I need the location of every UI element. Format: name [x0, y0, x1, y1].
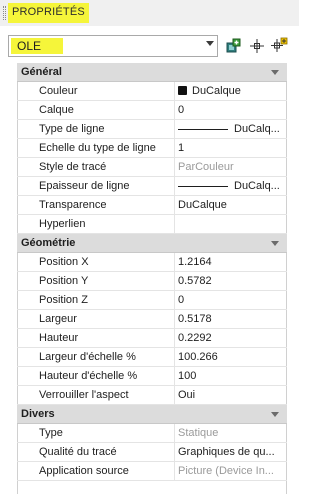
property-value[interactable]: 0.2292 [175, 329, 287, 347]
properties-palette: PROPRIÉTÉS OLE Général Couleur DuCalque … [0, 0, 299, 494]
grip-handle-icon[interactable] [3, 6, 6, 20]
property-name: Application source [17, 462, 175, 480]
category-general[interactable]: Général [17, 63, 287, 82]
collapse-arrow-icon[interactable] [271, 241, 279, 246]
select-objects-button[interactable] [248, 37, 266, 55]
palette-title-bar[interactable]: PROPRIÉTÉS [0, 0, 299, 26]
property-row-type-de-ligne[interactable]: Type de ligne DuCalq... [17, 120, 287, 139]
linetype-value-text: DuCalq... [234, 123, 280, 135]
lineweight-preview [178, 185, 228, 187]
object-type-value: OLE [11, 38, 63, 54]
property-name: Type [17, 424, 175, 442]
color-swatch-icon [178, 86, 187, 95]
property-row-echelle-type-ligne[interactable]: Echelle du type de ligne 1 [17, 139, 287, 158]
property-row-calque[interactable]: Calque 0 [17, 101, 287, 120]
property-value[interactable]: 0 [175, 291, 287, 309]
collapse-arrow-icon[interactable] [271, 70, 279, 75]
property-name: Verrouiller l'aspect [17, 386, 175, 404]
chevron-down-icon[interactable] [206, 41, 214, 46]
property-value[interactable]: Oui [175, 386, 287, 404]
property-name: Couleur [17, 82, 175, 100]
category-label: Divers [21, 408, 55, 420]
property-value[interactable]: DuCalq... [175, 177, 287, 195]
lineweight-value-text: DuCalq... [234, 180, 280, 192]
property-value[interactable]: DuCalque [175, 82, 287, 100]
property-row-position-x[interactable]: Position X 1.2164 [17, 253, 287, 272]
property-value[interactable] [175, 215, 287, 233]
category-divers[interactable]: Divers [17, 405, 287, 424]
object-selector-row: OLE [0, 32, 299, 60]
linetype-preview [178, 128, 228, 130]
property-value[interactable]: 0.5178 [175, 310, 287, 328]
property-row-style-de-trace[interactable]: Style de tracé ParCouleur [17, 158, 287, 177]
quick-select-button[interactable] [225, 37, 243, 55]
property-value: Statique [178, 427, 219, 439]
property-value[interactable]: 0 [175, 101, 287, 119]
property-row-qualite-trace[interactable]: Qualité du tracé Graphiques de qu... [17, 443, 287, 462]
property-name: Calque [17, 101, 175, 119]
quick-select-icon [226, 38, 241, 53]
property-name: Largeur [17, 310, 175, 328]
property-name: Epaisseur de ligne [17, 177, 175, 195]
property-row-hauteur-echelle[interactable]: Hauteur d'échelle % 100 [17, 367, 287, 386]
property-name: Position Z [17, 291, 175, 309]
property-value[interactable]: Graphiques de qu... [175, 443, 287, 461]
property-row-type[interactable]: Type Statique [17, 424, 287, 443]
select-objects-icon [250, 39, 264, 53]
property-name: Qualité du tracé [17, 443, 175, 461]
property-row-couleur[interactable]: Couleur DuCalque [17, 82, 287, 101]
property-row-largeur-echelle[interactable]: Largeur d'échelle % 100.266 [17, 348, 287, 367]
property-row-application-source[interactable]: Application source Picture (Device In... [17, 462, 287, 481]
property-row-hyperlien[interactable]: Hyperlien [17, 215, 287, 234]
property-value[interactable]: DuCalq... [175, 120, 287, 138]
property-row-transparence[interactable]: Transparence DuCalque [17, 196, 287, 215]
category-label: Géométrie [21, 237, 76, 249]
collapse-arrow-icon[interactable] [271, 412, 279, 417]
property-row-hauteur[interactable]: Hauteur 0.2292 [17, 329, 287, 348]
color-value-text: DuCalque [192, 85, 241, 97]
property-row-epaisseur-de-ligne[interactable]: Epaisseur de ligne DuCalq... [17, 177, 287, 196]
property-value[interactable]: 1 [175, 139, 287, 157]
palette-side-gutter [0, 63, 17, 494]
toggle-pickadd-button[interactable] [270, 37, 288, 55]
property-name: Type de ligne [17, 120, 175, 138]
property-name: Largeur d'échelle % [17, 348, 175, 366]
property-row-verrouiller-aspect[interactable]: Verrouiller l'aspect Oui [17, 386, 287, 405]
property-row-position-z[interactable]: Position Z 0 [17, 291, 287, 310]
property-value[interactable]: 100 [175, 367, 287, 385]
category-label: Général [21, 66, 62, 78]
property-value: ParCouleur [178, 161, 234, 173]
category-geometrie[interactable]: Géométrie [17, 234, 287, 253]
palette-title: PROPRIÉTÉS [8, 3, 89, 23]
property-name: Position Y [17, 272, 175, 290]
toggle-pickadd-icon [271, 37, 288, 52]
property-name: Style de tracé [17, 158, 175, 176]
property-value: Picture (Device In... [178, 465, 274, 477]
property-grid: Général Couleur DuCalque Calque 0 Type d… [17, 63, 287, 481]
object-type-dropdown[interactable]: OLE [8, 35, 218, 57]
property-value[interactable]: 1.2164 [175, 253, 287, 271]
property-name: Echelle du type de ligne [17, 139, 175, 157]
property-value[interactable]: 0.5782 [175, 272, 287, 290]
property-name: Transparence [17, 196, 175, 214]
property-name: Hauteur d'échelle % [17, 367, 175, 385]
property-name: Position X [17, 253, 175, 271]
property-row-position-y[interactable]: Position Y 0.5782 [17, 272, 287, 291]
property-value[interactable]: 100.266 [175, 348, 287, 366]
property-name: Hauteur [17, 329, 175, 347]
property-row-largeur[interactable]: Largeur 0.5178 [17, 310, 287, 329]
property-value[interactable]: DuCalque [175, 196, 287, 214]
property-name: Hyperlien [17, 215, 175, 233]
